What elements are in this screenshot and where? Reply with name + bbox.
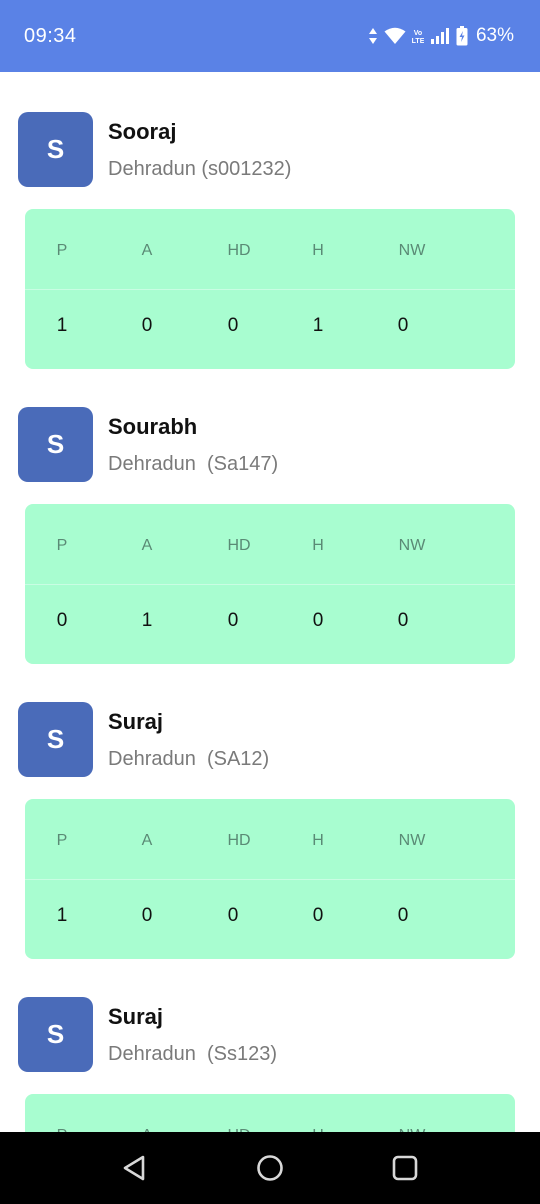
recents-icon[interactable] [387, 1150, 423, 1186]
navigation-bar [0, 1132, 540, 1204]
avatar: S [18, 702, 93, 777]
employee-card[interactable]: S Suraj Dehradun (Ss123) P A HD H NW [0, 957, 540, 1132]
avatar: S [18, 997, 93, 1072]
employee-card[interactable]: S Sourabh Dehradun (Sa147) P A HD H NW 0… [0, 367, 540, 664]
column-header-hd: HD [227, 242, 251, 259]
value-half-day: 0 [227, 610, 239, 631]
status-bar: 09:34 Vo LTE 63% [0, 0, 540, 72]
employee-name: Suraj [108, 709, 164, 734]
value-holiday: 1 [312, 315, 324, 336]
column-header-a: A [141, 242, 153, 259]
column-header-h: H [312, 832, 324, 849]
employee-name: Sooraj [108, 119, 177, 144]
column-header-nw: NW [398, 537, 426, 554]
value-half-day: 0 [227, 905, 239, 926]
value-holiday: 0 [312, 610, 324, 631]
divider [25, 879, 515, 880]
wifi-icon [384, 27, 406, 45]
avatar: S [18, 407, 93, 482]
value-holiday: 0 [312, 905, 324, 926]
value-present: 0 [56, 610, 68, 631]
value-absent: 0 [141, 905, 153, 926]
employee-card[interactable]: S Sooraj Dehradun (s001232) P A HD H NW … [0, 72, 540, 369]
column-header-h: H [312, 537, 324, 554]
employee-name: Suraj [108, 1004, 164, 1029]
battery-icon [456, 26, 468, 46]
column-header-hd: HD [227, 537, 251, 554]
column-header-hd: HD [227, 832, 251, 849]
value-not-working: 0 [397, 905, 409, 926]
divider [25, 584, 515, 585]
column-header-p: P [56, 832, 68, 849]
value-present: 1 [56, 905, 68, 926]
column-header-a: A [141, 537, 153, 554]
employee-name: Sourabh [108, 414, 198, 439]
back-icon[interactable] [116, 1150, 152, 1186]
employee-card[interactable]: S Suraj Dehradun (SA12) P A HD H NW 1 0 … [0, 662, 540, 959]
status-time: 09:34 [24, 24, 77, 47]
column-header-nw: NW [398, 242, 426, 259]
battery-percent: 63% [475, 25, 514, 46]
value-half-day: 0 [227, 315, 239, 336]
column-header-h: H [312, 242, 324, 259]
svg-text:Vo: Vo [414, 30, 422, 37]
column-header-p: P [56, 242, 68, 259]
value-present: 1 [56, 315, 68, 336]
status-icons: Vo LTE 63% [368, 25, 514, 47]
value-not-working: 0 [397, 315, 409, 336]
employee-location-id: Dehradun (Sa147) [108, 453, 279, 475]
employee-location-id: Dehradun (Ss123) [108, 1043, 277, 1065]
attendance-summary: P A HD H NW 0 1 0 0 0 [25, 504, 515, 664]
value-not-working: 0 [397, 610, 409, 631]
employee-location-id: Dehradun (SA12) [108, 748, 270, 770]
value-absent: 1 [141, 610, 153, 631]
column-header-p: P [56, 537, 68, 554]
volte-icon: Vo LTE [412, 27, 424, 45]
value-absent: 0 [141, 315, 153, 336]
column-header-nw: NW [398, 832, 426, 849]
employee-list[interactable]: S Sooraj Dehradun (s001232) P A HD H NW … [0, 72, 540, 1132]
signal-icon [430, 27, 450, 45]
attendance-summary: P A HD H NW [25, 1094, 515, 1132]
divider [25, 289, 515, 290]
svg-text:LTE: LTE [412, 38, 424, 45]
home-icon[interactable] [252, 1150, 288, 1186]
attendance-summary: P A HD H NW 1 0 0 1 0 [25, 209, 515, 369]
data-arrows-icon [368, 27, 378, 45]
employee-location-id: Dehradun (s001232) [108, 158, 292, 180]
column-header-a: A [141, 832, 153, 849]
attendance-summary: P A HD H NW 1 0 0 0 0 [25, 799, 515, 959]
avatar: S [18, 112, 93, 187]
